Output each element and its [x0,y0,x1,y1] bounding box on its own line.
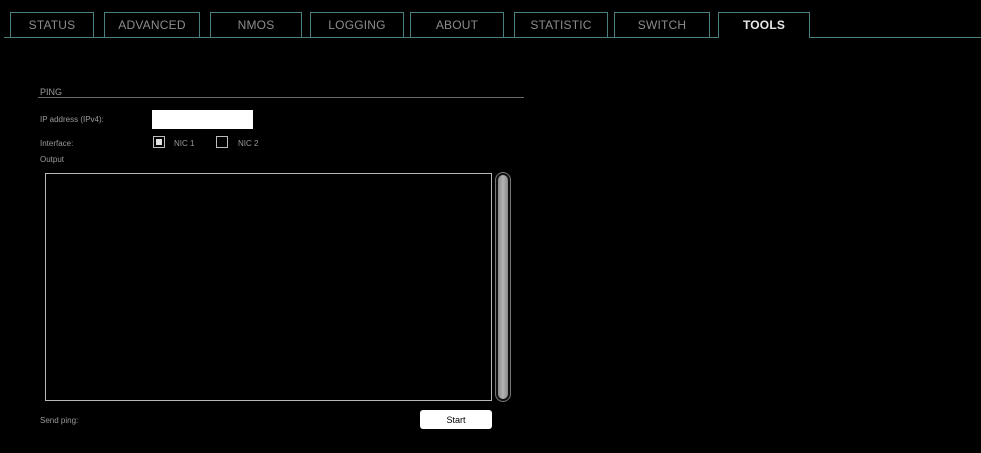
ip-address-input[interactable] [152,110,253,129]
nic1-label: NIC 1 [174,139,195,148]
start-ping-button[interactable]: Start [420,410,492,429]
tab-statistic[interactable]: STATISTIC [514,12,608,37]
interface-label: Interface: [40,139,74,148]
tab-status[interactable]: STATUS [10,12,94,37]
tab-tools[interactable]: TOOLS [718,12,810,38]
checkbox-checked-icon [156,139,162,145]
tab-bar: STATUS ADVANCED NMOS LOGGING ABOUT STATI… [4,12,981,38]
nic2-checkbox[interactable] [216,136,228,148]
output-scrollbar-thumb[interactable] [498,175,508,399]
ip-address-label: IP address (IPv4): [40,115,104,124]
tab-advanced[interactable]: ADVANCED [104,12,200,37]
ping-output-textarea[interactable] [45,173,492,401]
send-ping-label: Send ping: [40,416,79,425]
tab-logging[interactable]: LOGGING [310,12,404,37]
output-scrollbar[interactable] [495,172,511,402]
ping-section-title: PING [40,87,63,97]
nic2-label: NIC 2 [238,139,259,148]
nic1-checkbox[interactable] [153,136,165,148]
output-label: Output [40,155,65,164]
tab-nmos[interactable]: NMOS [210,12,302,37]
tab-about[interactable]: ABOUT [410,12,504,37]
tab-switch[interactable]: SWITCH [614,12,710,37]
ping-section-divider [38,97,524,98]
tab-bar-divider [4,37,981,38]
